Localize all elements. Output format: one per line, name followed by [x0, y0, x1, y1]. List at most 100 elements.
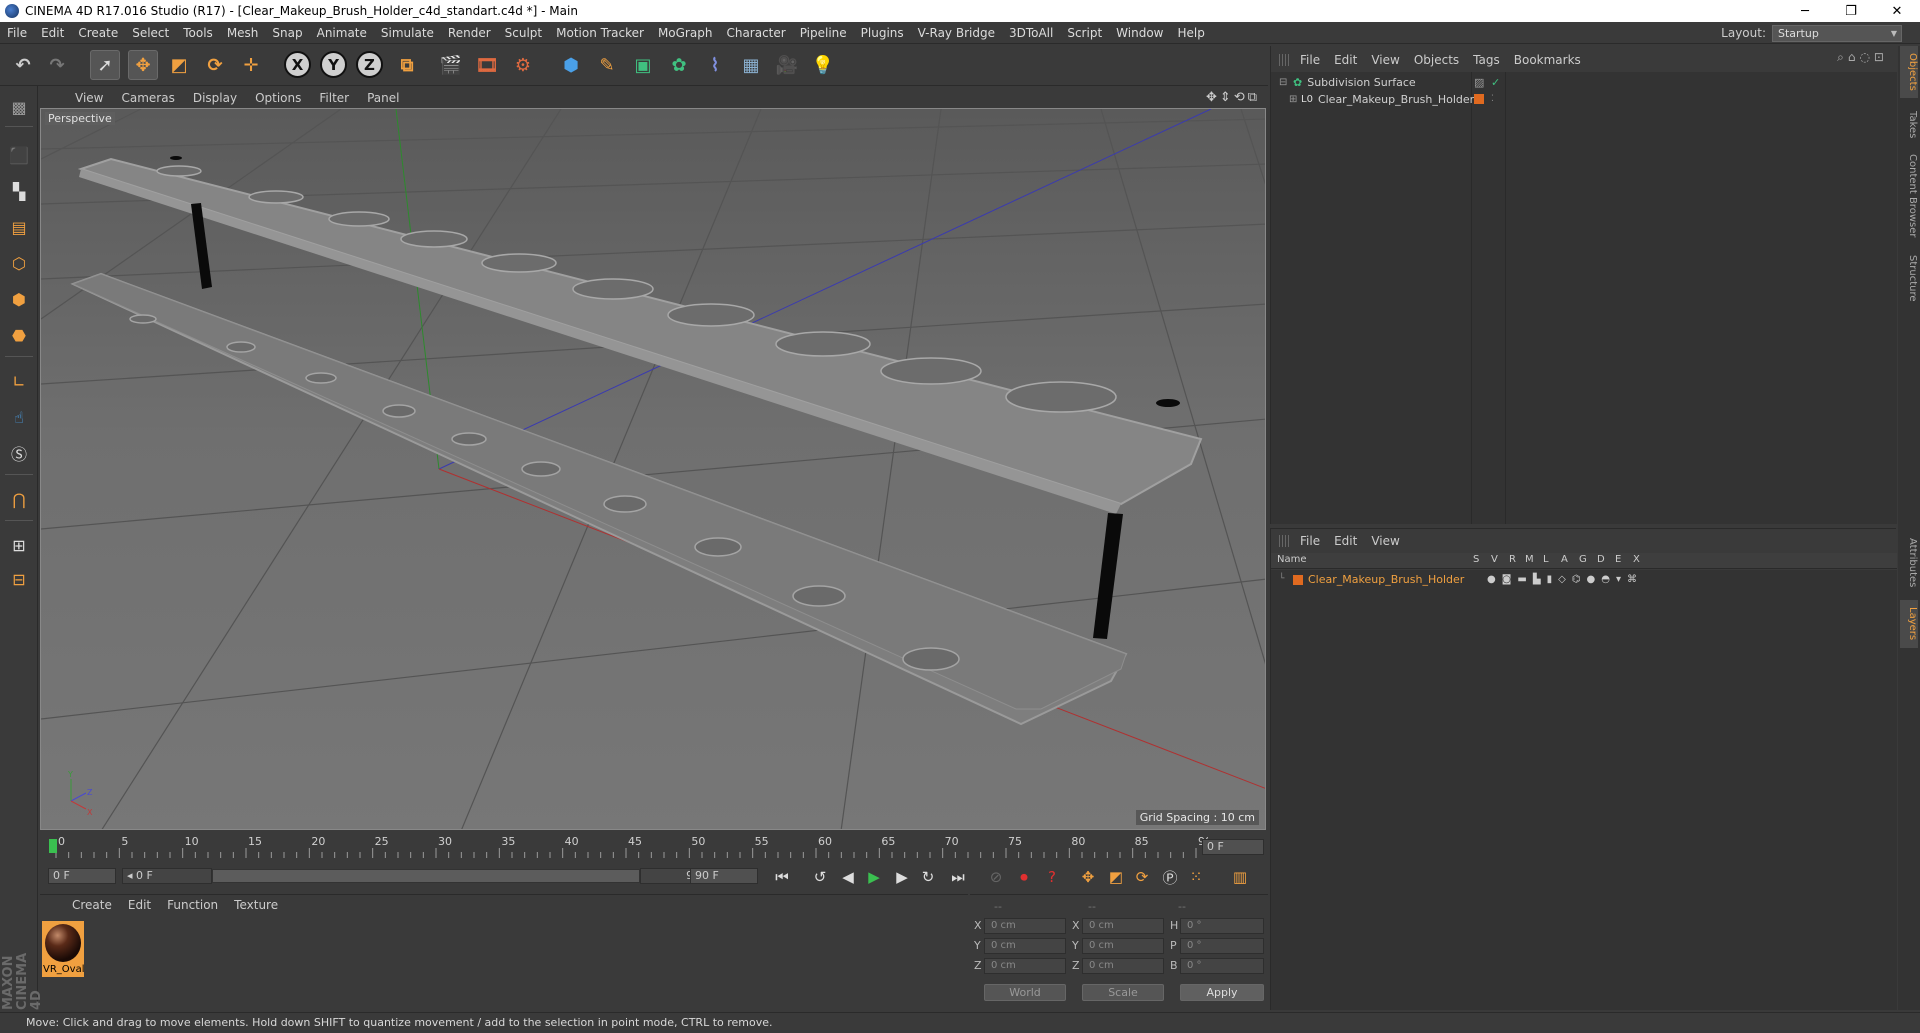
coord-size-y-field[interactable]: 0 cm — [1082, 938, 1164, 954]
layer-color-icon[interactable] — [1474, 94, 1484, 104]
layer-menu-view[interactable]: View — [1364, 534, 1406, 548]
coord-size-z-field[interactable]: 0 cm — [1082, 958, 1164, 974]
coord-pos-x-field[interactable]: 0 cm — [984, 918, 1066, 934]
coord-scale-dropdown[interactable]: Scale — [1082, 984, 1164, 1001]
viewport-navigation-icons[interactable]: ✥⇕⟲⧉ — [1206, 90, 1260, 105]
key-parameter-icon[interactable]: Ⓟ — [1158, 866, 1182, 888]
rotate-tool-icon[interactable]: ⟳ — [200, 50, 230, 80]
subdivision-surface-icon[interactable]: ▣ — [628, 50, 658, 80]
deformer-icon[interactable]: ⌇ — [700, 50, 730, 80]
polygons-mode-icon[interactable]: ⬣ — [4, 320, 34, 350]
menu-simulate[interactable]: Simulate — [374, 26, 441, 40]
object-menu-file[interactable]: File — [1293, 53, 1327, 67]
menu-mograph[interactable]: MoGraph — [651, 26, 720, 40]
object-row-subdivision-surface[interactable]: ⊟ ✿ Subdivision Surface ▨ ✓ — [1279, 74, 1869, 91]
tab-content-browser[interactable]: Content Browser — [1900, 146, 1918, 246]
menu-tools[interactable]: Tools — [176, 26, 220, 40]
next-key-icon[interactable]: ↻ — [916, 866, 940, 888]
menu-animate[interactable]: Animate — [310, 26, 374, 40]
object-row-brush-holder[interactable]: ⊞ L0 Clear_Makeup_Brush_Holder ⁚ — [1279, 91, 1869, 108]
previous-key-icon[interactable]: ↺ — [808, 866, 832, 888]
minimize-button[interactable]: ─ — [1782, 0, 1828, 22]
z-axis-lock-button[interactable]: Z — [356, 51, 383, 78]
points-mode-icon[interactable]: ⬡ — [4, 248, 34, 278]
undo-icon[interactable]: ↶ — [8, 50, 38, 80]
keyframe-selection-icon[interactable]: ? — [1040, 866, 1064, 888]
play-icon[interactable]: ▶ — [862, 866, 886, 888]
next-frame-icon[interactable]: ▶ — [890, 866, 914, 888]
material-menu-create[interactable]: Create — [64, 898, 120, 912]
layer-name[interactable]: Clear_Makeup_Brush_Holder — [1308, 571, 1464, 588]
viewport-menu-options[interactable]: Options — [246, 91, 310, 105]
coord-size-x-field[interactable]: 0 cm — [1082, 918, 1164, 934]
perspective-viewport[interactable]: Y Z X Perspective Grid Spacing : 10 cm — [40, 108, 1266, 830]
layer-menu-edit[interactable]: Edit — [1327, 534, 1364, 548]
object-menu-edit[interactable]: Edit — [1327, 53, 1364, 67]
autokey-icon[interactable]: ⏺ — [1012, 866, 1036, 888]
enabled-check-icon[interactable]: ✓ — [1491, 74, 1500, 91]
viewport-menu-panel[interactable]: Panel — [358, 91, 408, 105]
recent-tools-icon[interactable]: ✛ — [236, 50, 266, 80]
cloner-icon[interactable]: ✿ — [664, 50, 694, 80]
menu-sculpt[interactable]: Sculpt — [498, 26, 549, 40]
viewport-menu-display[interactable]: Display — [184, 91, 246, 105]
key-scale-icon[interactable]: ◩ — [1104, 866, 1128, 888]
spline-pen-icon[interactable]: ✎ — [592, 50, 622, 80]
workplane-icon[interactable]: ⊟ — [4, 564, 34, 594]
layer-color-icon[interactable] — [1293, 574, 1303, 585]
tab-layers[interactable]: Layers — [1900, 600, 1918, 648]
coord-mode-dropdown[interactable]: World — [984, 984, 1066, 1001]
layer-row[interactable]: └ Clear_Makeup_Brush_Holder ●◙▬▙▮◇⌬●◓▾⌘ — [1279, 571, 1879, 588]
light-icon[interactable]: 💡 — [808, 50, 838, 80]
key-pla-icon[interactable]: ⁙ — [1184, 866, 1208, 888]
layer-toggle-icons[interactable]: ●◙▬▙▮◇⌬●◓▾⌘ — [1487, 571, 1643, 588]
tab-structure[interactable]: Structure — [1900, 246, 1918, 310]
move-tool-icon[interactable]: ✥ — [128, 50, 158, 80]
tab-attributes[interactable]: Attributes — [1900, 528, 1918, 598]
menu-plugins[interactable]: Plugins — [854, 26, 911, 40]
menu-mesh[interactable]: Mesh — [220, 26, 266, 40]
make-editable-icon[interactable]: ▩ — [4, 92, 34, 122]
visibility-dots-icon[interactable]: ▨ — [1474, 74, 1484, 91]
texture-mode-icon[interactable]: ▚ — [4, 176, 34, 206]
viewport-menu-cameras[interactable]: Cameras — [112, 91, 183, 105]
camera-icon[interactable]: 🎥 — [772, 50, 802, 80]
menu-3dtoall[interactable]: 3DToAll — [1002, 26, 1060, 40]
expand-icon[interactable]: ⊞ — [1289, 91, 1301, 108]
coord-rot-p-field[interactable]: 0 ° — [1180, 938, 1264, 954]
coordinate-system-icon[interactable]: ⧉ — [392, 50, 422, 80]
menu-window[interactable]: Window — [1109, 26, 1170, 40]
render-picture-viewer-icon[interactable]: 🎞 — [472, 50, 502, 80]
render-view-icon[interactable]: 🎬 — [436, 50, 466, 80]
viewport-menu-view[interactable]: View — [66, 91, 112, 105]
menu-pipeline[interactable]: Pipeline — [793, 26, 854, 40]
menu-character[interactable]: Character — [719, 26, 792, 40]
menu-help[interactable]: Help — [1170, 26, 1211, 40]
menu-create[interactable]: Create — [71, 26, 125, 40]
close-button[interactable]: ✕ — [1874, 0, 1920, 22]
coord-pos-z-field[interactable]: 0 cm — [984, 958, 1066, 974]
current-frame-field[interactable]: 0 F — [1202, 839, 1264, 855]
object-menu-objects[interactable]: Objects — [1407, 53, 1466, 67]
scale-tool-icon[interactable]: ◩ — [164, 50, 194, 80]
coord-rot-h-field[interactable]: 0 ° — [1180, 918, 1264, 934]
edges-mode-icon[interactable]: ⬢ — [4, 284, 34, 314]
menu-file[interactable]: File — [0, 26, 34, 40]
collapse-icon[interactable]: ⊟ — [1279, 74, 1291, 91]
workplane-mode-icon[interactable]: ▤ — [4, 212, 34, 242]
menu-render[interactable]: Render — [441, 26, 498, 40]
snap-icon[interactable]: Ⓢ — [4, 438, 34, 468]
timeline-window-icon[interactable]: ▥ — [1228, 866, 1252, 888]
menu-select[interactable]: Select — [125, 26, 176, 40]
key-rotation-icon[interactable]: ⟳ — [1130, 866, 1154, 888]
floor-icon[interactable]: ▦ — [736, 50, 766, 80]
go-to-end-icon[interactable]: ⏭ — [946, 866, 970, 888]
material-menu-edit[interactable]: Edit — [120, 898, 159, 912]
viewport-menu-filter[interactable]: Filter — [310, 91, 358, 105]
range-slider[interactable] — [212, 869, 640, 883]
menu-script[interactable]: Script — [1060, 26, 1109, 40]
magnet-icon[interactable]: ⋂ — [4, 484, 34, 514]
record-disabled-icon[interactable]: ⊘ — [984, 866, 1008, 888]
material-menu-function[interactable]: Function — [159, 898, 226, 912]
menu-motion-tracker[interactable]: Motion Tracker — [549, 26, 651, 40]
